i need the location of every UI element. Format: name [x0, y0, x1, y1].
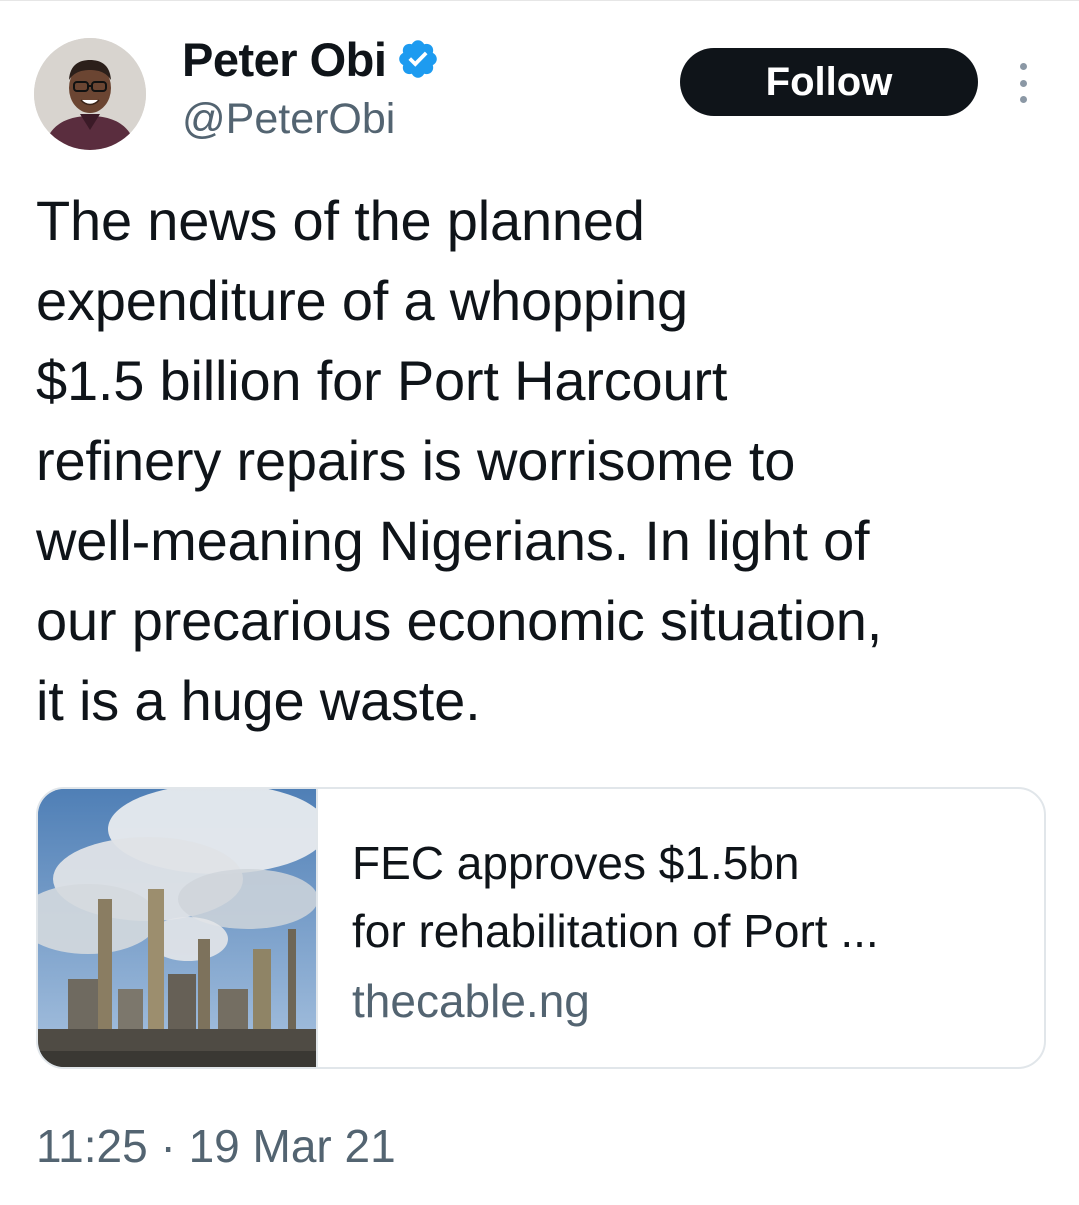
- link-card-domain: thecable.ng: [352, 975, 590, 1027]
- tweet-text-line: expenditure of a whopping: [36, 269, 688, 332]
- link-preview-card[interactable]: FEC approves $1.5bn for rehabilitation o…: [36, 787, 1046, 1069]
- follow-button[interactable]: Follow: [680, 48, 978, 116]
- tweet-text-line: it is a huge waste.: [36, 669, 481, 732]
- author-handle[interactable]: @PeterObi: [182, 95, 395, 144]
- link-card-title: for rehabilitation of Port ...: [352, 905, 879, 957]
- link-card-body: FEC approves $1.5bn for rehabilitation o…: [318, 789, 879, 1067]
- verified-badge-icon[interactable]: [396, 37, 440, 81]
- tweet-text-line: well-meaning Nigerians. In light of: [36, 509, 870, 572]
- tweet-text-line: The news of the planned: [36, 189, 645, 252]
- author-name-row: Peter Obi: [182, 31, 440, 87]
- author-display-name[interactable]: Peter Obi: [182, 32, 387, 87]
- tweet-text-line: $1.5 billion for Port Harcourt: [36, 349, 728, 412]
- tweet-text-line: refinery repairs is worrisome to: [36, 429, 796, 492]
- tweet-view: Peter Obi @PeterObi Follow The news of t…: [0, 0, 1079, 1205]
- refinery-image-icon: [38, 789, 316, 1067]
- tweet-text: The news of the planned expenditure of a…: [36, 181, 1046, 741]
- tweet-timestamp[interactable]: 11:25 · 19 Mar 21: [36, 1119, 396, 1173]
- more-vertical-icon[interactable]: [1008, 63, 1038, 103]
- refinery-thumbnail[interactable]: [38, 789, 318, 1067]
- avatar[interactable]: [34, 38, 146, 150]
- tweet-text-line: our precarious economic situation,: [36, 589, 883, 652]
- link-card-title: FEC approves $1.5bn: [352, 837, 800, 889]
- profile-photo-icon: [34, 38, 146, 150]
